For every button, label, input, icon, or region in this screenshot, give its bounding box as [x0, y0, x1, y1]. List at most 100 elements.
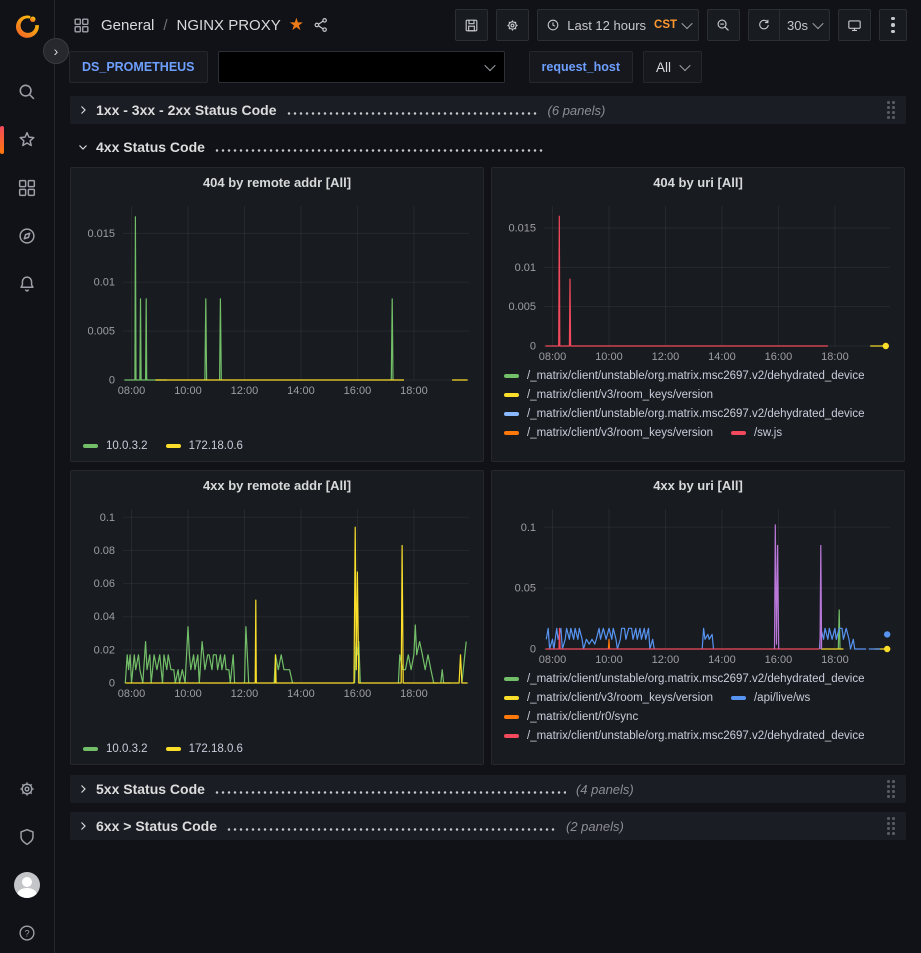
svg-text:16:00: 16:00 — [344, 688, 372, 700]
panel-title[interactable]: 404 by remote addr [All] — [71, 168, 483, 196]
svg-text:18:00: 18:00 — [400, 385, 428, 397]
favorite-star-icon[interactable]: ★ — [289, 15, 304, 35]
legend-item[interactable]: 10.0.3.2 — [83, 440, 148, 452]
sidebar-expand-button[interactable]: › — [43, 38, 69, 64]
svg-text:08:00: 08:00 — [118, 385, 146, 397]
row-1xx-3xx-2xx[interactable]: 1xx - 3xx - 2xx Status Code (6 panels) — [70, 96, 906, 124]
chevron-down-icon — [484, 60, 495, 71]
variable-request-host-label[interactable]: request_host — [529, 51, 634, 83]
svg-text:14:00: 14:00 — [287, 385, 315, 397]
grafana-logo-icon[interactable] — [7, 8, 47, 48]
legend-swatch — [166, 747, 181, 751]
server-admin-shield-icon[interactable] — [7, 817, 47, 857]
legend-label: /api/live/ws — [754, 692, 810, 704]
legend-swatch — [731, 696, 746, 700]
svg-text:0.005: 0.005 — [87, 326, 115, 338]
legend-label: /_matrix/client/r0/sync — [527, 711, 638, 723]
svg-text:0.015: 0.015 — [87, 228, 115, 240]
svg-text:10:00: 10:00 — [595, 351, 623, 363]
legend-swatch — [504, 696, 519, 700]
legend-swatch — [504, 734, 519, 738]
legend-item[interactable]: /_matrix/client/unstable/org.matrix.msc2… — [504, 673, 865, 685]
user-avatar[interactable] — [7, 865, 47, 905]
search-icon[interactable] — [7, 72, 47, 112]
help-icon[interactable]: ? — [7, 913, 47, 953]
legend-item[interactable]: /_matrix/client/r0/sync — [504, 711, 638, 723]
svg-text:?: ? — [24, 928, 29, 938]
variable-request-host-select[interactable]: All — [643, 51, 702, 83]
row-title: 1xx - 3xx - 2xx Status Code — [96, 102, 277, 118]
svg-text:14:00: 14:00 — [287, 688, 315, 700]
row-drag-handle[interactable] — [887, 817, 896, 836]
panel-404-by-remote-addr: 404 by remote addr [All] 00.0050.010.015… — [70, 167, 484, 462]
explore-compass-icon[interactable] — [7, 216, 47, 256]
row-panel-count: (4 panels) — [576, 782, 634, 797]
row-5xx[interactable]: 5xx Status Code (4 panels) — [70, 775, 906, 803]
refresh-interval-dropdown[interactable]: 30s — [780, 9, 830, 41]
legend-label: /_matrix/client/unstable/org.matrix.msc2… — [527, 370, 865, 382]
timeseries-chart[interactable]: 00.0050.010.01508:0010:0012:0014:0016:00… — [492, 196, 904, 366]
svg-text:0.04: 0.04 — [94, 611, 115, 623]
panel-title[interactable]: 404 by uri [All] — [492, 168, 904, 196]
share-icon[interactable] — [312, 16, 330, 34]
svg-text:0: 0 — [109, 375, 115, 387]
timeseries-chart[interactable]: 00.0050.010.01508:0010:0012:0014:0016:00… — [71, 196, 483, 400]
svg-text:12:00: 12:00 — [231, 688, 259, 700]
legend-item[interactable]: /_matrix/client/unstable/org.matrix.msc2… — [504, 370, 865, 382]
legend-swatch — [504, 374, 519, 378]
zoom-out-button[interactable] — [707, 9, 740, 41]
legend-label: /_matrix/client/v3/room_keys/version — [527, 427, 713, 439]
panel-legend: /_matrix/client/unstable/org.matrix.msc2… — [492, 669, 904, 764]
time-range-label: Last 12 hours — [567, 18, 646, 33]
tv-mode-button[interactable] — [838, 9, 871, 41]
chevron-right-icon — [76, 103, 90, 117]
svg-text:08:00: 08:00 — [539, 654, 567, 666]
svg-text:08:00: 08:00 — [118, 688, 146, 700]
panels-grid: 404 by remote addr [All] 0 0.005 0.01 0.015… — [70, 167, 906, 765]
row-6xx[interactable]: 6xx > Status Code (2 panels) — [70, 812, 906, 840]
legend-label: /_matrix/client/v3/room_keys/version — [527, 389, 713, 401]
variable-ds-prometheus-label[interactable]: DS_PROMETHEUS — [69, 51, 208, 83]
dashboards-icon[interactable] — [7, 168, 47, 208]
svg-text:0.01: 0.01 — [515, 262, 536, 274]
timeseries-chart[interactable]: 00.020.040.060.080.108:0010:0012:0014:00… — [71, 499, 483, 703]
chevron-down-icon — [812, 18, 823, 29]
chevron-down-icon — [76, 140, 90, 154]
configuration-gear-icon[interactable] — [7, 769, 47, 809]
legend-item[interactable]: 10.0.3.2 — [83, 743, 148, 755]
save-dashboard-button[interactable] — [455, 9, 488, 41]
breadcrumb-separator: / — [163, 17, 167, 34]
legend-item[interactable]: 172.18.0.6 — [166, 440, 243, 452]
legend-item[interactable]: 172.18.0.6 — [166, 743, 243, 755]
legend-label: /_matrix/client/unstable/org.matrix.msc2… — [527, 730, 865, 742]
svg-text:18:00: 18:00 — [400, 688, 428, 700]
panel-title[interactable]: 4xx by remote addr [All] — [71, 471, 483, 499]
row-title: 4xx Status Code — [96, 139, 205, 155]
row-4xx[interactable]: 4xx Status Code — [70, 133, 906, 161]
svg-text:16:00: 16:00 — [765, 654, 793, 666]
kebab-menu-button[interactable] — [879, 9, 907, 41]
svg-text:0: 0 — [530, 341, 536, 353]
dashboard-title[interactable]: NGINX PROXY — [177, 17, 281, 34]
legend-item[interactable]: /_matrix/client/v3/room_keys/version — [504, 389, 713, 401]
timeseries-chart[interactable]: 00.050.108:0010:0012:0014:0016:0018:00 — [492, 499, 904, 669]
legend-item[interactable]: /_matrix/client/v3/room_keys/version — [504, 692, 713, 704]
legend-item[interactable]: /sw.js — [731, 427, 782, 439]
panel-title[interactable]: 4xx by uri [All] — [492, 471, 904, 499]
svg-text:0.05: 0.05 — [515, 583, 536, 595]
variable-datasource-select[interactable] — [218, 51, 505, 83]
svg-text:0: 0 — [109, 678, 115, 690]
dashboard-settings-button[interactable] — [496, 9, 529, 41]
legend-item[interactable]: /_matrix/client/unstable/org.matrix.msc2… — [504, 408, 865, 420]
legend-item[interactable]: /_matrix/client/v3/room_keys/version — [504, 427, 713, 439]
alerting-bell-icon[interactable] — [7, 264, 47, 304]
time-range-picker[interactable]: Last 12 hours CST — [537, 9, 699, 41]
breadcrumb-section[interactable]: General — [101, 17, 154, 34]
row-drag-handle[interactable] — [887, 780, 896, 799]
legend-label: /_matrix/client/unstable/org.matrix.msc2… — [527, 408, 865, 420]
refresh-button[interactable] — [748, 9, 780, 41]
starred-nav-icon[interactable] — [7, 120, 47, 160]
legend-item[interactable]: /api/live/ws — [731, 692, 810, 704]
row-drag-handle[interactable] — [887, 101, 896, 120]
legend-item[interactable]: /_matrix/client/unstable/org.matrix.msc2… — [504, 730, 865, 742]
